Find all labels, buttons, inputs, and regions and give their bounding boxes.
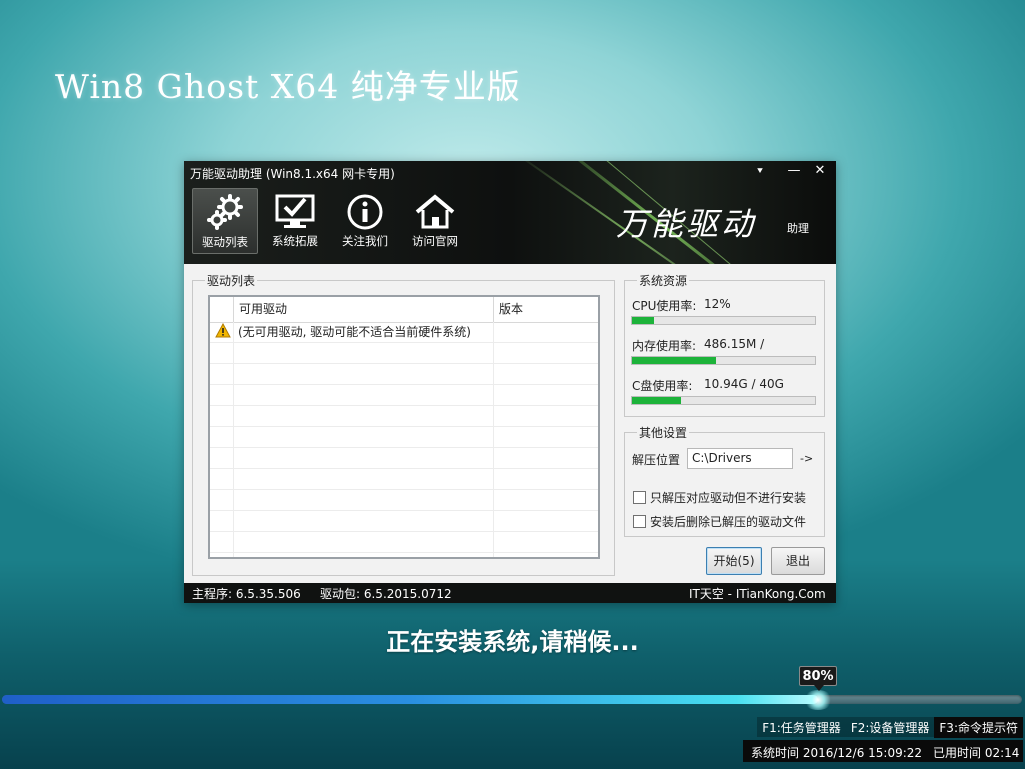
install-progress-bar: [2, 695, 1022, 704]
menu-dropdown-icon[interactable]: ⯆: [749, 166, 771, 177]
window-title: 万能驱动助理 (Win8.1.x64 网卡专用): [190, 167, 395, 181]
browse-arrow-button[interactable]: ->: [800, 452, 813, 465]
exit-button[interactable]: 退出: [771, 547, 825, 575]
delete-after-install-checkbox[interactable]: 安装后删除已解压的驱动文件: [633, 513, 806, 530]
toolbar-visit-site[interactable]: 访问官网: [402, 188, 468, 254]
disk-usage-label: C盘使用率:: [632, 379, 693, 393]
progress-percent-badge: 80%: [799, 666, 837, 691]
table-row[interactable]: (无可用驱动, 驱动可能不适合当前硬件系统): [210, 322, 598, 343]
site-link[interactable]: IT天空 - ITianKong.Com: [689, 585, 826, 602]
start-button[interactable]: 开始(5): [706, 547, 762, 575]
toolbar-label: 关注我们: [342, 234, 388, 248]
column-available-driver[interactable]: 可用驱动: [234, 297, 494, 322]
brand-logo: 万能驱动: [616, 205, 757, 243]
toolbar-label: 访问官网: [412, 234, 458, 248]
toolbar-label: 驱动列表: [202, 235, 248, 249]
close-button[interactable]: ✕: [809, 163, 831, 178]
cpu-usage-value: 12%: [704, 297, 731, 311]
installing-message: 正在安装系统,请稍候...: [386, 628, 639, 656]
brand-subtitle: 助理: [787, 222, 809, 235]
extract-only-checkbox[interactable]: 只解压对应驱动但不进行安装: [633, 489, 806, 506]
cpu-usage-bar: [631, 316, 816, 325]
group-legend: 其他设置: [637, 424, 690, 441]
status-bar: 主程序: 6.5.35.506 驱动包: 6.5.2015.0712 IT天空 …: [184, 583, 836, 603]
list-header: 可用驱动 版本: [210, 297, 598, 323]
hotkey-device-manager[interactable]: F2:设备管理器: [846, 717, 935, 738]
progress-fill: [2, 695, 818, 704]
driver-list-view[interactable]: 可用驱动 版本 (无可用驱动, 驱动可能不适合当前硬件系统): [208, 295, 600, 559]
toolbar-label: 系统拓展: [272, 234, 318, 248]
checkbox-box[interactable]: [633, 515, 646, 528]
hotkey-bar: F1:任务管理器 F2:设备管理器 F3:命令提示符: [757, 717, 1023, 738]
column-version[interactable]: 版本: [494, 297, 598, 322]
cpu-usage-label: CPU使用率:: [632, 299, 697, 313]
memory-usage-label: 内存使用率:: [632, 339, 697, 353]
toolbar-driver-list[interactable]: 驱动列表: [192, 188, 258, 254]
disk-usage-value: 10.94G / 40G: [704, 377, 784, 391]
driver-pack-version: 驱动包: 6.5.2015.0712: [320, 587, 452, 601]
page-title: Win8 Ghost X64 纯净专业版: [55, 67, 521, 106]
driver-assistant-window: 万能驱动助理 (Win8.1.x64 网卡专用) ⯆ — ✕ 驱动列表 系统拓展…: [184, 161, 836, 603]
monitor-check-icon: [275, 194, 315, 228]
disk-usage-bar: [631, 396, 816, 405]
checkbox-label: 只解压对应驱动但不进行安装: [650, 491, 807, 505]
time-bar: 系统时间 2016/12/6 15:09:22 已用时间 02:14: [743, 740, 1023, 762]
system-time: 系统时间 2016/12/6 15:09:22: [751, 746, 923, 760]
hotkey-command-prompt[interactable]: F3:命令提示符: [934, 717, 1023, 738]
main-program-version: 主程序: 6.5.35.506: [192, 587, 301, 601]
minimize-button[interactable]: —: [783, 163, 805, 178]
home-icon: [415, 194, 455, 229]
checkbox-label: 安装后删除已解压的驱动文件: [650, 515, 807, 529]
extract-location-label: 解压位置: [632, 453, 681, 467]
driver-name: (无可用驱动, 驱动可能不适合当前硬件系统): [238, 325, 471, 339]
toolbar-follow-us[interactable]: 关注我们: [332, 188, 398, 254]
memory-usage-value: 486.15M /: [704, 337, 765, 351]
toolbar-system-extend[interactable]: 系统拓展: [262, 188, 328, 254]
info-icon: [347, 194, 383, 230]
checkbox-box[interactable]: [633, 491, 646, 504]
gears-icon: [207, 194, 243, 230]
elapsed-time: 已用时间 02:14: [933, 746, 1020, 760]
extract-path-input[interactable]: C:\Drivers: [687, 448, 793, 469]
hotkey-task-manager[interactable]: F1:任务管理器: [757, 717, 846, 738]
group-legend: 驱动列表: [205, 272, 258, 289]
group-legend: 系统资源: [637, 272, 690, 289]
warning-icon: [215, 322, 231, 344]
progress-glow: [803, 690, 833, 710]
memory-usage-bar: [631, 356, 816, 365]
dialog-header: 万能驱动助理 (Win8.1.x64 网卡专用) ⯆ — ✕ 驱动列表 系统拓展…: [184, 161, 836, 264]
